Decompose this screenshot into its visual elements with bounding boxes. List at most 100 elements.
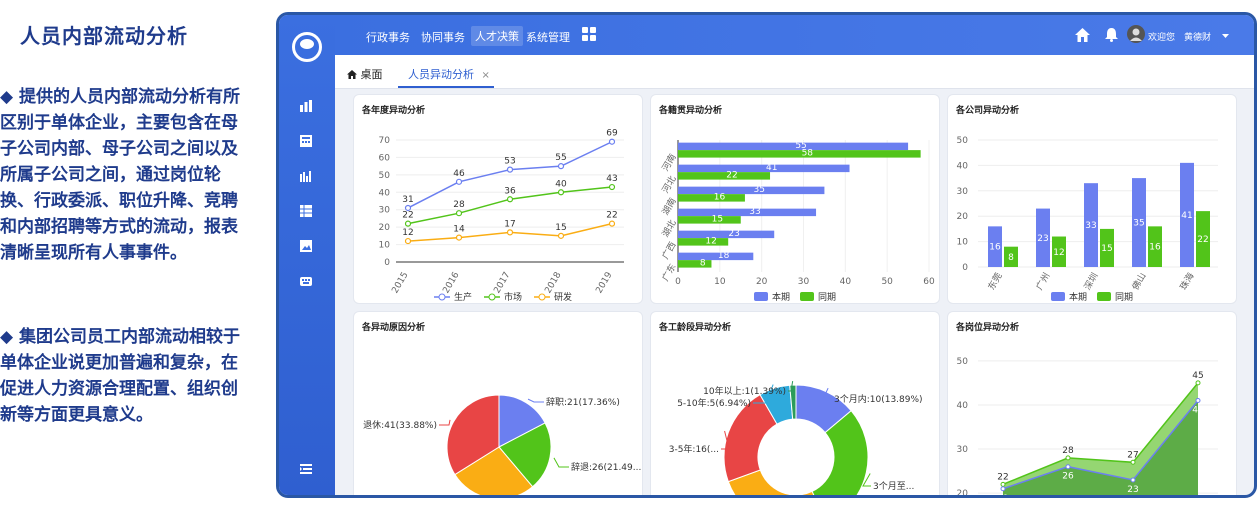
bar: [678, 172, 771, 180]
data-label: 31: [402, 195, 413, 205]
legend-marker: [800, 292, 814, 301]
y-tick-label: 50: [379, 171, 391, 181]
data-point: [1065, 455, 1071, 461]
company-bar-chart: 0 10 20 30 40 50 东莞 16 8 广州 23 12 深圳 33 15 佛山 35 16 珠海 41 22…: [957, 136, 1218, 303]
y-tick-label: 30: [379, 206, 391, 216]
slice-label: 5-10年:5(6.94%): [677, 397, 751, 409]
bar: [678, 216, 741, 224]
label-leader: [553, 457, 569, 468]
data-label: 22: [1197, 235, 1208, 245]
slice-label: 3个月至...: [873, 481, 914, 492]
slice-label: 10年以上:1(1.39%): [703, 385, 786, 397]
data-point: [1065, 464, 1071, 470]
legend-label: 同期: [1115, 292, 1133, 303]
x-tick-label: 40: [840, 277, 852, 287]
avatar[interactable]: [1127, 25, 1145, 46]
bar: [678, 230, 775, 239]
data-point: [455, 234, 463, 241]
y-tick-label: 河北: [659, 174, 678, 196]
bar: [678, 252, 754, 261]
app-logo[interactable]: [292, 32, 322, 62]
bar-chart-icon[interactable]: [299, 100, 313, 112]
data-label: 15: [712, 215, 723, 225]
data-label: 23: [1037, 234, 1048, 244]
y-tick-label: 0: [384, 258, 390, 268]
y-tick-label: 50: [957, 136, 969, 146]
data-label: 69: [606, 129, 618, 139]
y-tick-label: 40: [957, 161, 969, 171]
tab-close-icon[interactable]: ×: [482, 70, 490, 81]
data-point: [506, 196, 514, 203]
legend-label: 生产: [454, 291, 472, 303]
data-point: [1000, 481, 1006, 487]
x-tick-label: 佛山: [1129, 271, 1148, 293]
chart-card-native-place: 各籍贯异动分析 0 10 20 30 40 50 60 河南 55 58 河北 41 22 湖南 35 16 湖…: [650, 94, 940, 304]
data-label: 15: [555, 223, 566, 233]
user-name[interactable]: 黄德财: [1184, 30, 1211, 43]
menu-talent-decision[interactable]: 人才决策: [471, 26, 523, 46]
data-label: 40: [555, 179, 567, 189]
sidebar: [279, 15, 335, 495]
tab-desktop[interactable]: 桌面: [347, 66, 383, 82]
menu-admin-affairs[interactable]: 行政事务: [366, 29, 410, 45]
data-point: [455, 210, 463, 217]
bar: [678, 186, 825, 195]
column-chart-icon[interactable]: [299, 170, 313, 182]
legend-label: 本期: [772, 291, 790, 303]
data-label: 43: [606, 174, 617, 184]
menu-collab-affairs[interactable]: 协同事务: [421, 29, 465, 45]
legend-label: 本期: [1069, 291, 1087, 303]
chevron-down-icon[interactable]: [1222, 32, 1229, 42]
x-tick-label: 2018: [543, 270, 563, 295]
seniority-donut-chart: 3个月内:10(13.89%) 3个月至... 3-5年:16(... 5-10年:5…: [669, 380, 923, 495]
slice-label: 3-5年:16(...: [669, 443, 719, 455]
bar: [678, 164, 850, 173]
data-point: [404, 237, 412, 245]
data-label: 41: [1181, 211, 1192, 221]
menu-collapse-icon[interactable]: [299, 463, 313, 475]
x-tick-label: 2017: [492, 271, 512, 296]
slice-label: 3个月内:10(13.89%): [834, 393, 923, 405]
y-tick-label: 40: [957, 401, 969, 411]
menu-system-management[interactable]: 系统管理: [526, 29, 570, 45]
data-point: [557, 232, 565, 239]
bar: [678, 238, 729, 246]
data-label: 22: [402, 211, 413, 221]
data-point: [404, 220, 412, 227]
y-tick-label: 20: [379, 223, 391, 233]
data-label: 18: [718, 251, 730, 261]
y-tick-label: 40: [379, 188, 391, 198]
image-icon[interactable]: [299, 240, 313, 252]
keyboard-icon[interactable]: [299, 275, 313, 287]
x-tick-label: 10: [714, 277, 726, 287]
data-label: 35: [1133, 219, 1144, 229]
home-icon[interactable]: [1075, 28, 1090, 45]
table-icon[interactable]: [299, 205, 313, 217]
legend-label: 市场: [504, 291, 522, 303]
data-label: 35: [753, 185, 764, 195]
data-point: [506, 166, 514, 173]
calculator-icon[interactable]: [299, 135, 313, 147]
bell-icon[interactable]: [1105, 28, 1118, 45]
bar: [678, 260, 712, 268]
slice-label: 辞退:26(21.49...: [571, 461, 641, 473]
data-label: 16: [989, 243, 1001, 253]
grid-icon[interactable]: [582, 27, 597, 45]
data-point: [608, 138, 616, 145]
y-tick-label: 30: [957, 187, 969, 197]
tab-personnel-change[interactable]: 人员异动分析 ×: [408, 66, 490, 82]
label-leader: [439, 419, 451, 426]
data-label: 12: [1053, 248, 1064, 258]
y-tick-label: 70: [379, 136, 391, 146]
data-label: 41: [766, 163, 777, 173]
data-label: 12: [402, 228, 413, 238]
data-point: [1130, 477, 1136, 483]
data-point: [506, 229, 514, 236]
legend-marker: [488, 293, 496, 301]
data-label: 16: [1149, 243, 1161, 253]
data-label: 55: [555, 153, 566, 163]
data-label: 16: [714, 193, 726, 203]
data-point: [455, 178, 463, 185]
description-panel: 人员内部流动分析 ◆ 提供的人员内部流动分析有所区别于单体企业，主要包含在母子公…: [0, 0, 250, 506]
data-label: 8: [700, 259, 706, 269]
